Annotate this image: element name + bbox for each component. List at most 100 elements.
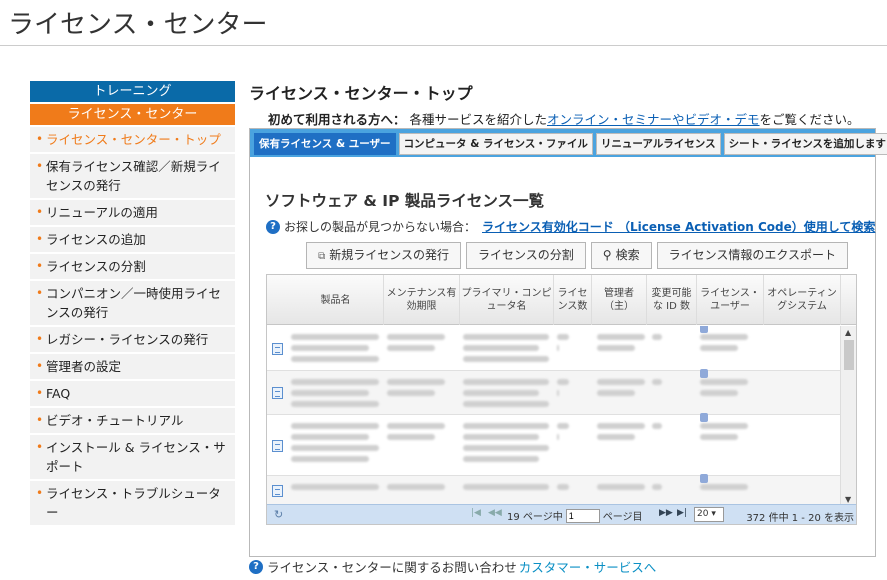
sidebar-item-label: 管理者の設定 xyxy=(46,359,122,374)
bullet-icon: • xyxy=(36,286,44,300)
redacted-text xyxy=(291,484,379,490)
user-icon xyxy=(700,369,708,378)
split-license-button[interactable]: ライセンスの分割 xyxy=(466,242,586,269)
license-grid: 製品名 メンテナンス有効期限 プライマリ・コンピュータ名 ライセンス数 管理者（主） 変更… xyxy=(266,274,857,525)
last-page-icon[interactable]: ▶| xyxy=(677,508,687,518)
sidebar-item[interactable]: • レガシー・ライセンスの発行 xyxy=(30,327,235,352)
row-detail-icon[interactable] xyxy=(272,387,283,399)
header-divider xyxy=(0,45,887,46)
column-header[interactable]: ライセンス数 xyxy=(554,275,592,325)
redacted-text xyxy=(387,390,435,396)
redacted-text xyxy=(291,345,369,351)
sidebar-item[interactable]: • ビデオ・チュートリアル xyxy=(30,408,235,433)
row-detail-icon[interactable] xyxy=(272,342,283,355)
section-title: ソフトウェア & IP 製品ライセンス一覧 xyxy=(265,192,545,210)
redacted-text xyxy=(291,445,379,451)
help-icon: ? xyxy=(266,219,280,234)
redacted-text xyxy=(700,345,738,351)
sidebar-head-license-center[interactable]: ライセンス・センター xyxy=(30,104,235,125)
sidebar-item-label: インストール & ライセンス・サポート xyxy=(46,440,226,474)
bullet-icon: • xyxy=(36,232,44,246)
action-bar: ⧉ 新規ライセンスの発行 ライセンスの分割 ⚲ 検索 ライセンス情報のエクスポート xyxy=(306,242,848,269)
intro-text: 各種サービスを紹介した xyxy=(409,112,548,127)
redacted-text xyxy=(652,423,662,429)
tab[interactable]: リニューアルライセンス xyxy=(595,133,721,155)
sidebar-item[interactable]: • 保有ライセンス確認／新規ライセンスの発行 xyxy=(30,154,235,198)
column-header[interactable]: メンテナンス有効期限 xyxy=(384,275,460,325)
redacted-text xyxy=(387,345,435,351)
user-icon xyxy=(700,413,708,422)
redacted-text xyxy=(463,390,539,396)
user-icon xyxy=(700,326,708,333)
grid-header: 製品名 メンテナンス有効期限 プライマリ・コンピュータ名 ライセンス数 管理者（主） 変更… xyxy=(267,275,856,325)
tab[interactable]: コンピュータ & ライセンス・ファイル xyxy=(398,133,593,155)
row-detail-icon[interactable] xyxy=(272,485,283,497)
table-row[interactable] xyxy=(267,369,841,415)
license-panel: 保有ライセンス & ユーザー コンピュータ & ライセンス・ファイル リニューアルラ… xyxy=(249,128,887,557)
sidebar-item[interactable]: • FAQ xyxy=(30,381,235,406)
page-size-select[interactable]: 20 ▾ xyxy=(694,507,724,522)
column-header[interactable]: 管理者（主） xyxy=(592,275,647,325)
intro-link[interactable]: オンライン・セミナーやビデオ・デモ xyxy=(547,112,760,127)
redacted-text xyxy=(652,379,662,385)
scroll-down-icon[interactable]: ▼ xyxy=(845,495,851,504)
redacted-text xyxy=(700,334,748,340)
tab[interactable]: シート・ライセンスを追加します xyxy=(723,133,887,155)
redacted-text xyxy=(291,423,379,429)
redacted-text xyxy=(557,345,559,351)
intro-bold: 初めて利用される方へ： xyxy=(268,112,406,127)
help-icon: ? xyxy=(249,559,263,574)
page-input[interactable] xyxy=(565,508,600,523)
sidebar-head-training[interactable]: トレーニング xyxy=(30,81,235,102)
export-button[interactable]: ライセンス情報のエクスポート xyxy=(656,242,848,269)
first-page-icon[interactable]: |◀ xyxy=(471,508,481,518)
sidebar-item-label: ライセンス・センター・トップ xyxy=(46,132,221,147)
sidebar-item[interactable]: • 管理者の設定 xyxy=(30,354,235,379)
redacted-text xyxy=(291,434,369,440)
sidebar-item-label: 保有ライセンス確認／新規ライセンスの発行 xyxy=(46,159,221,193)
bullet-icon: • xyxy=(36,159,44,173)
column-header[interactable]: 変更可能な ID 数 xyxy=(647,275,697,325)
prev-page-icon[interactable]: ◀◀ xyxy=(488,508,502,518)
bullet-icon: • xyxy=(36,205,44,219)
grid-scrollbar[interactable]: ▲ ▼ xyxy=(840,326,856,506)
new-license-button[interactable]: ⧉ 新規ライセンスの発行 xyxy=(306,242,462,269)
table-row[interactable] xyxy=(267,413,841,476)
column-header[interactable]: ライセンス・ユーザー xyxy=(697,275,764,325)
next-page-icon[interactable]: ▶▶ xyxy=(659,508,673,518)
page-indicator: 19 ページ中 ページ目 xyxy=(507,508,643,523)
tab[interactable]: 保有ライセンス & ユーザー xyxy=(254,133,396,155)
footer: ? ライセンス・センターに関するお問い合わせ カスタマー・サービスへ xyxy=(249,557,656,576)
refresh-icon[interactable]: ↻ xyxy=(274,508,283,521)
sidebar-item[interactable]: • ライセンスの追加 xyxy=(30,227,235,252)
row-detail-icon[interactable] xyxy=(272,439,283,452)
new-license-icon: ⧉ xyxy=(318,251,326,262)
redacted-text xyxy=(463,345,539,351)
sidebar-item[interactable]: • インストール & ライセンス・サポート xyxy=(30,435,235,479)
sidebar-item[interactable]: • コンパニオン／一時使用ライセンスの発行 xyxy=(30,281,235,325)
sidebar-item[interactable]: • ライセンス・センター・トップ xyxy=(30,127,235,152)
redacted-text xyxy=(291,356,379,362)
sidebar-item[interactable]: • ライセンスの分割 xyxy=(30,254,235,279)
redacted-text xyxy=(387,379,445,385)
search-button[interactable]: ⚲ 検索 xyxy=(590,242,652,269)
new-license-label: 新規ライセンスの発行 xyxy=(329,248,450,262)
table-row[interactable] xyxy=(267,474,841,506)
customer-service-link[interactable]: カスタマー・サービスへ xyxy=(519,557,657,576)
sidebar-item[interactable]: • リニューアルの適用 xyxy=(30,200,235,225)
redacted-text xyxy=(557,334,569,340)
redacted-text xyxy=(387,434,435,440)
column-header[interactable]: 製品名 xyxy=(288,275,384,325)
scroll-thumb[interactable] xyxy=(844,340,854,370)
hint-line: ? お探しの製品が見つからない場合： ライセンス有効化コード （License … xyxy=(266,218,875,235)
sidebar-item[interactable]: • ライセンス・トラブルシューター xyxy=(30,481,235,525)
redacted-text xyxy=(463,456,539,462)
scroll-up-icon[interactable]: ▲ xyxy=(845,328,851,337)
sidebar-item-label: レガシー・ライセンスの発行 xyxy=(46,332,209,347)
license-activation-code-link[interactable]: ライセンス有効化コード （License Activation Code）使用し… xyxy=(482,218,875,235)
sidebar: トレーニング ライセンス・センター • ライセンス・センター・トップ • 保有ライセン… xyxy=(30,81,235,525)
table-row[interactable] xyxy=(267,326,841,371)
column-header[interactable]: オペレーティングシステム xyxy=(764,275,841,325)
redacted-text xyxy=(597,390,635,396)
column-header[interactable]: プライマリ・コンピュータ名 xyxy=(460,275,554,325)
